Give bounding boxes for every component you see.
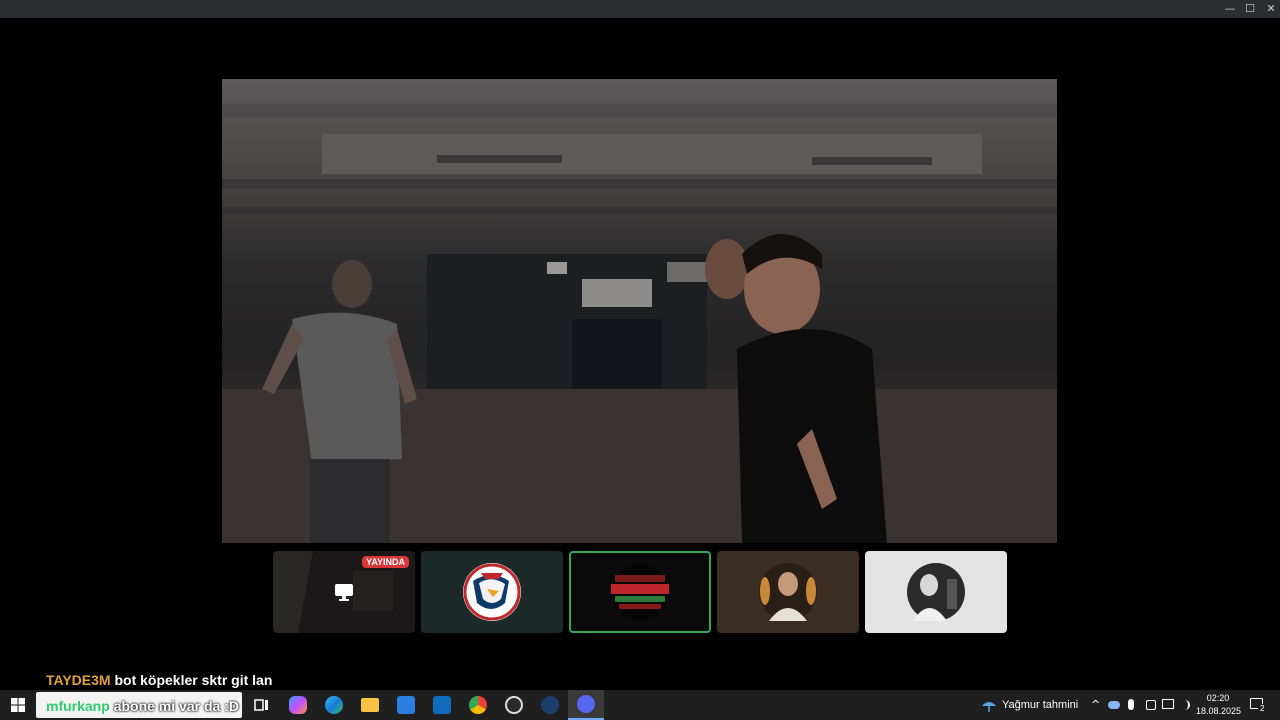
app-button[interactable] [496, 690, 532, 720]
notification-count: 2 [1258, 704, 1267, 713]
close-button[interactable]: ✕ [1260, 0, 1280, 18]
microphone-icon[interactable] [1128, 699, 1134, 710]
notification-button[interactable]: 2 [1248, 696, 1267, 714]
edge-icon [325, 696, 343, 714]
task-view-button[interactable] [244, 690, 280, 720]
chat-message: abone mi var da :D [113, 698, 239, 714]
outlook-button[interactable] [424, 690, 460, 720]
chrome-button[interactable] [460, 690, 496, 720]
minimize-button[interactable]: — [1219, 0, 1241, 18]
tile-man-photo[interactable] [717, 551, 859, 633]
store-icon [397, 696, 415, 714]
start-button[interactable] [0, 690, 36, 720]
chat-username: TAYDE3M [46, 672, 111, 688]
steam-button[interactable] [532, 690, 568, 720]
clock-time: 02:20 [1206, 693, 1230, 703]
clock[interactable]: 02:20 18.08.2025 [1196, 692, 1242, 718]
tile-bw-photo[interactable] [865, 551, 1007, 633]
tile-eagle-logo[interactable] [421, 551, 563, 633]
monitor-icon [335, 584, 353, 601]
tile-screen-share[interactable]: YAYINDA [273, 551, 415, 633]
chat-message: bot köpekler sktr git lan [114, 672, 273, 688]
video-frame [222, 104, 1057, 543]
discord-icon [577, 695, 595, 713]
store-button[interactable] [388, 690, 424, 720]
clock-date: 18.08.2025 [1196, 706, 1242, 716]
cloud-icon[interactable] [1108, 701, 1120, 709]
weather-icon [982, 702, 996, 712]
chat-username: mfurkanp [46, 698, 110, 714]
banner-logo-icon [611, 564, 669, 620]
live-badge: YAYINDA [362, 556, 409, 568]
chat-line-2: mfurkanp abone mi var da :D [46, 698, 239, 714]
copilot-button[interactable] [280, 690, 316, 720]
outlook-icon [433, 696, 451, 714]
chrome-icon [469, 696, 487, 714]
volume-icon[interactable] [1180, 700, 1190, 710]
bw-avatar [907, 563, 965, 621]
chat-line-1: TAYDE3M bot köpekler sktr git lan [46, 672, 272, 688]
main-video[interactable] [222, 79, 1057, 543]
start-icon [11, 698, 25, 712]
app-icon [505, 696, 523, 714]
taskbar: mfurkanp abone mi var da :D Yağmur tahmi… [0, 690, 1280, 720]
window-titlebar: — ☐ ✕ [0, 0, 1280, 18]
tile-banner-logo[interactable] [569, 551, 711, 633]
weather-text[interactable]: Yağmur tahmini [1002, 690, 1078, 720]
copilot-icon [289, 696, 307, 714]
file-explorer-button[interactable] [352, 690, 388, 720]
discord-button[interactable] [568, 690, 604, 720]
maximize-button[interactable]: ☐ [1239, 0, 1261, 18]
chevron-up-icon[interactable]: ^ [1091, 690, 1100, 720]
file-explorer-icon [361, 698, 379, 712]
device-icon[interactable] [1146, 700, 1156, 710]
network-icon[interactable] [1162, 699, 1174, 709]
eagle-logo-icon [463, 563, 521, 621]
man-avatar [759, 563, 817, 621]
task-view-icon [254, 699, 268, 711]
edge-button[interactable] [316, 690, 352, 720]
steam-icon [541, 696, 559, 714]
